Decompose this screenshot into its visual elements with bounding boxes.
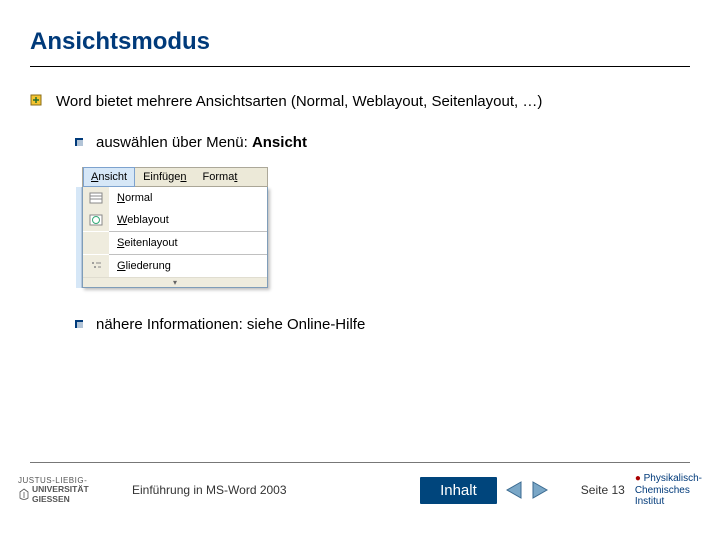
view-seitenlayout-icon bbox=[83, 232, 109, 254]
course-title: Einführung in MS-Word 2003 bbox=[132, 483, 287, 497]
nav-prev-icon[interactable] bbox=[503, 480, 525, 500]
menubar-item-ansicht[interactable]: AAnsichtnsicht bbox=[83, 167, 135, 187]
sub-bullet-2: nähere Informationen: siehe Online-Hilfe bbox=[74, 316, 690, 335]
menu-screenshot: AAnsichtnsicht EinfügenEinfügen FormatFo… bbox=[82, 167, 268, 288]
view-normal-icon bbox=[83, 187, 109, 209]
title-divider bbox=[30, 66, 690, 67]
nav-next-icon[interactable] bbox=[529, 480, 551, 500]
institute-logo: ● Physikalisch- Chemisches Institut bbox=[635, 473, 702, 508]
menu-item-gliederung[interactable]: GliederungGliederung bbox=[83, 255, 267, 277]
university-logo: JUSTUS-LIEBIG- UNIVERSITÄTGIESSEN bbox=[18, 477, 118, 504]
sub-bullet-1-text: auswählen über Menü: Ansicht bbox=[96, 134, 307, 151]
menubar: AAnsichtnsicht EinfügenEinfügen FormatFo… bbox=[82, 167, 268, 187]
dropdown-ansicht: NormalNormal WeblayoutWeblayout Seitenla… bbox=[82, 187, 268, 288]
menu-item-normal[interactable]: NormalNormal bbox=[83, 187, 267, 209]
sub-bullet-2-text: nähere Informationen: siehe Online-Hilfe bbox=[96, 316, 365, 333]
menubar-item-format[interactable]: FormatFormat bbox=[195, 168, 246, 186]
footer: JUSTUS-LIEBIG- UNIVERSITÄTGIESSEN Einfüh… bbox=[0, 462, 720, 540]
inhalt-button[interactable]: Inhalt bbox=[420, 477, 497, 504]
footer-divider bbox=[30, 462, 690, 463]
bullet-main: Word bietet mehrere Ansichtsarten (Norma… bbox=[30, 93, 690, 112]
menu-item-weblayout[interactable]: WeblayoutWeblayout bbox=[83, 209, 267, 231]
page-title: Ansichtsmodus bbox=[30, 28, 690, 56]
view-weblayout-icon bbox=[83, 209, 109, 231]
bullet-icon bbox=[30, 94, 48, 112]
sub-bullet-icon bbox=[74, 318, 88, 335]
sub-bullet-1: auswählen über Menü: Ansicht bbox=[74, 134, 690, 153]
menubar-item-einfuegen[interactable]: EinfügenEinfügen bbox=[135, 168, 194, 186]
menu-expand-chevron[interactable]: ▾ bbox=[83, 277, 267, 287]
page-number: Seite 13 bbox=[581, 483, 625, 497]
view-gliederung-icon bbox=[83, 255, 109, 277]
bullet-main-text: Word bietet mehrere Ansichtsarten (Norma… bbox=[56, 93, 542, 110]
sub-bullet-icon bbox=[74, 136, 88, 153]
menu-item-seitenlayout[interactable]: SeitenlayoutSeitenlayout bbox=[83, 232, 267, 254]
